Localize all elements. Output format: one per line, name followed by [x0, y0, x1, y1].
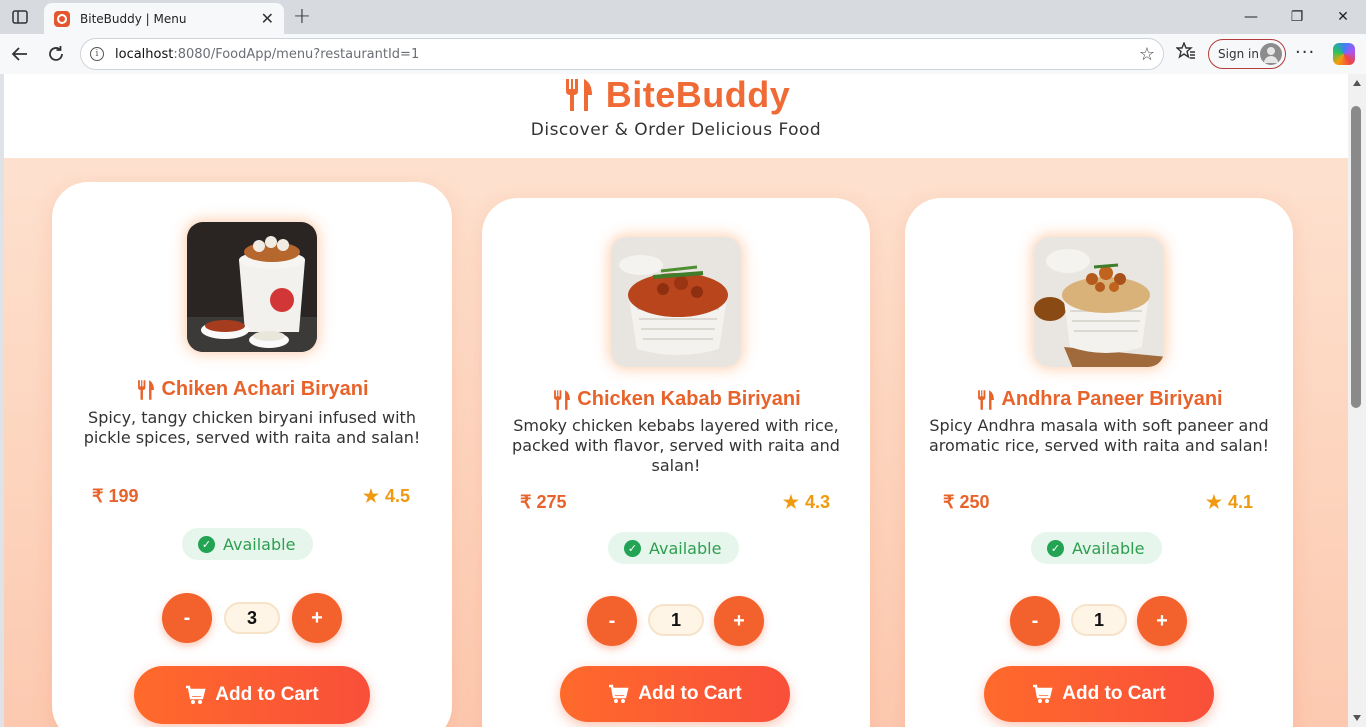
close-window-button[interactable]: ✕ — [1320, 0, 1366, 34]
price: ₹ 275 — [520, 492, 567, 512]
refresh-icon[interactable] — [44, 42, 68, 66]
food-image — [609, 235, 743, 369]
quantity-value: 1 — [1071, 604, 1127, 636]
menu-card: Andhra Paneer Biriyani Spicy Andhra masa… — [905, 198, 1293, 727]
status-badge: ✓ Available — [1031, 532, 1163, 564]
profile-avatar-icon — [1260, 43, 1282, 65]
check-circle-icon: ✓ — [1047, 539, 1064, 557]
quantity-value: 1 — [648, 604, 704, 636]
sidebar-toggle-icon[interactable] — [8, 6, 32, 28]
fork-knife-icon — [138, 379, 155, 400]
add-to-cart-button[interactable]: Add to Cart — [134, 666, 370, 724]
rating-value: 4.5 — [384, 486, 410, 506]
status-label: Available — [1072, 538, 1145, 558]
food-name: Chiken Achari Biryani — [52, 378, 452, 401]
food-name-label: Chicken Kabab Biriyani — [577, 388, 801, 410]
fork-knife-icon — [554, 389, 571, 410]
favorite-star-icon[interactable]: ☆ — [1139, 44, 1155, 65]
star-icon: ★ — [782, 492, 799, 512]
menu-content: Chiken Achari Biryani Spicy, tangy chick… — [4, 158, 1348, 727]
sign-in-button[interactable]: Sign in — [1208, 39, 1286, 69]
cart-icon — [186, 685, 206, 704]
decrease-quantity-button[interactable]: - — [1010, 596, 1060, 646]
status-badge: ✓ Available — [182, 528, 314, 560]
quantity-value: 3 — [224, 602, 280, 634]
add-to-cart-button[interactable]: Add to Cart — [984, 666, 1214, 722]
url-path: :8080/FoodApp/menu?restaurantId=1 — [173, 46, 420, 62]
cart-icon — [1033, 684, 1053, 703]
decrease-quantity-button[interactable]: - — [587, 596, 637, 646]
food-image — [185, 220, 319, 354]
add-to-cart-label: Add to Cart — [638, 683, 742, 704]
close-tab-icon[interactable]: ✕ — [261, 10, 274, 27]
increase-quantity-button[interactable]: + — [714, 596, 764, 646]
copilot-icon[interactable] — [1333, 43, 1355, 65]
star-icon: ★ — [1205, 492, 1222, 512]
increase-quantity-button[interactable]: + — [1137, 596, 1187, 646]
address-bar-input[interactable]: i localhost:8080/FoodApp/menu?restaurant… — [80, 38, 1164, 70]
page-scrollbar[interactable] — [1348, 74, 1366, 727]
price: ₹ 199 — [92, 486, 139, 506]
decrease-quantity-button[interactable]: - — [162, 593, 212, 643]
status-badge: ✓ Available — [608, 532, 740, 564]
browser-toolbar: i localhost:8080/FoodApp/menu?restaurant… — [0, 34, 1366, 74]
rating: ★ 4.5 — [363, 486, 410, 507]
fork-knife-icon — [565, 79, 592, 111]
browser-tab-active[interactable]: BiteBuddy | Menu ✕ — [44, 3, 284, 34]
food-name-label: Andhra Paneer Biriyani — [1001, 388, 1223, 410]
add-to-cart-button[interactable]: Add to Cart — [560, 666, 790, 722]
menu-card: Chicken Kabab Biriyani Smoky chicken keb… — [482, 198, 870, 727]
fork-knife-icon — [978, 389, 995, 410]
page-viewport: BiteBuddy Discover & Order Delicious Foo… — [4, 74, 1348, 727]
site-header: BiteBuddy Discover & Order Delicious Foo… — [4, 74, 1348, 158]
more-options-icon[interactable]: ··· — [1295, 42, 1315, 63]
status-label: Available — [649, 538, 722, 558]
restore-button[interactable]: ❐ — [1274, 0, 1320, 34]
food-name-label: Chiken Achari Biryani — [161, 378, 369, 400]
url-host: localhost — [115, 46, 174, 62]
price: ₹ 250 — [943, 492, 990, 512]
tab-title: BiteBuddy | Menu — [80, 11, 187, 26]
cart-icon — [609, 684, 629, 703]
food-description: Spicy, tangy chicken biryani infused wit… — [83, 408, 421, 447]
scroll-down-icon[interactable] — [1353, 715, 1361, 721]
food-image — [1032, 235, 1166, 369]
add-to-cart-label: Add to Cart — [1062, 683, 1166, 704]
minimize-button[interactable]: — — [1228, 0, 1274, 34]
brand-logo[interactable]: BiteBuddy — [4, 74, 1348, 116]
increase-quantity-button[interactable]: + — [292, 593, 342, 643]
tagline: Discover & Order Delicious Food — [530, 120, 822, 140]
food-description: Spicy Andhra masala with soft paneer and… — [928, 416, 1270, 455]
sign-in-label: Sign in — [1218, 47, 1259, 61]
favorites-icon[interactable] — [1175, 41, 1196, 65]
rating-value: 4.3 — [804, 492, 830, 512]
food-name: Andhra Paneer Biriyani — [905, 388, 1293, 411]
scrollbar-thumb[interactable] — [1351, 106, 1361, 408]
menu-card: Chiken Achari Biryani Spicy, tangy chick… — [52, 182, 452, 727]
food-name: Chicken Kabab Biriyani — [482, 388, 870, 411]
food-description: Smoky chicken kebabs layered with rice, … — [512, 416, 840, 475]
rating-value: 4.1 — [1227, 492, 1253, 512]
site-info-icon[interactable]: i — [90, 47, 104, 61]
brand-name: BiteBuddy — [605, 74, 791, 115]
add-to-cart-label: Add to Cart — [215, 684, 319, 705]
scroll-up-icon[interactable] — [1353, 80, 1361, 86]
status-label: Available — [223, 534, 296, 554]
rating: ★ 4.1 — [1206, 492, 1253, 513]
check-circle-icon: ✓ — [198, 535, 215, 553]
rating: ★ 4.3 — [783, 492, 830, 513]
browser-tab-bar: BiteBuddy | Menu ✕ + — ❐ ✕ — [0, 0, 1366, 34]
site-favicon-icon — [54, 10, 70, 27]
back-arrow-icon[interactable] — [8, 42, 32, 66]
star-icon: ★ — [362, 486, 379, 506]
check-circle-icon: ✓ — [624, 539, 641, 557]
new-tab-button[interactable]: + — [290, 4, 314, 29]
